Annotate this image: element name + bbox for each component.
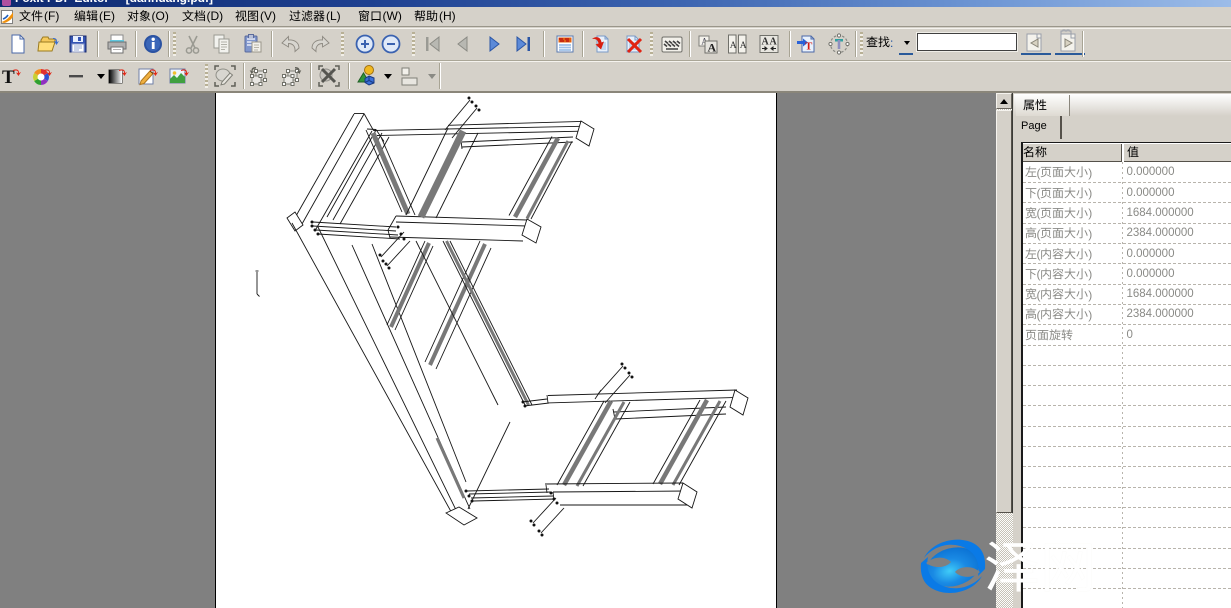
svg-text:A: A (740, 41, 747, 51)
svg-text:A: A (762, 37, 770, 48)
svg-text:A: A (707, 41, 716, 55)
svg-text:T: T (805, 41, 813, 53)
svg-text:A: A (770, 37, 778, 48)
svg-text:A: A (730, 41, 737, 51)
